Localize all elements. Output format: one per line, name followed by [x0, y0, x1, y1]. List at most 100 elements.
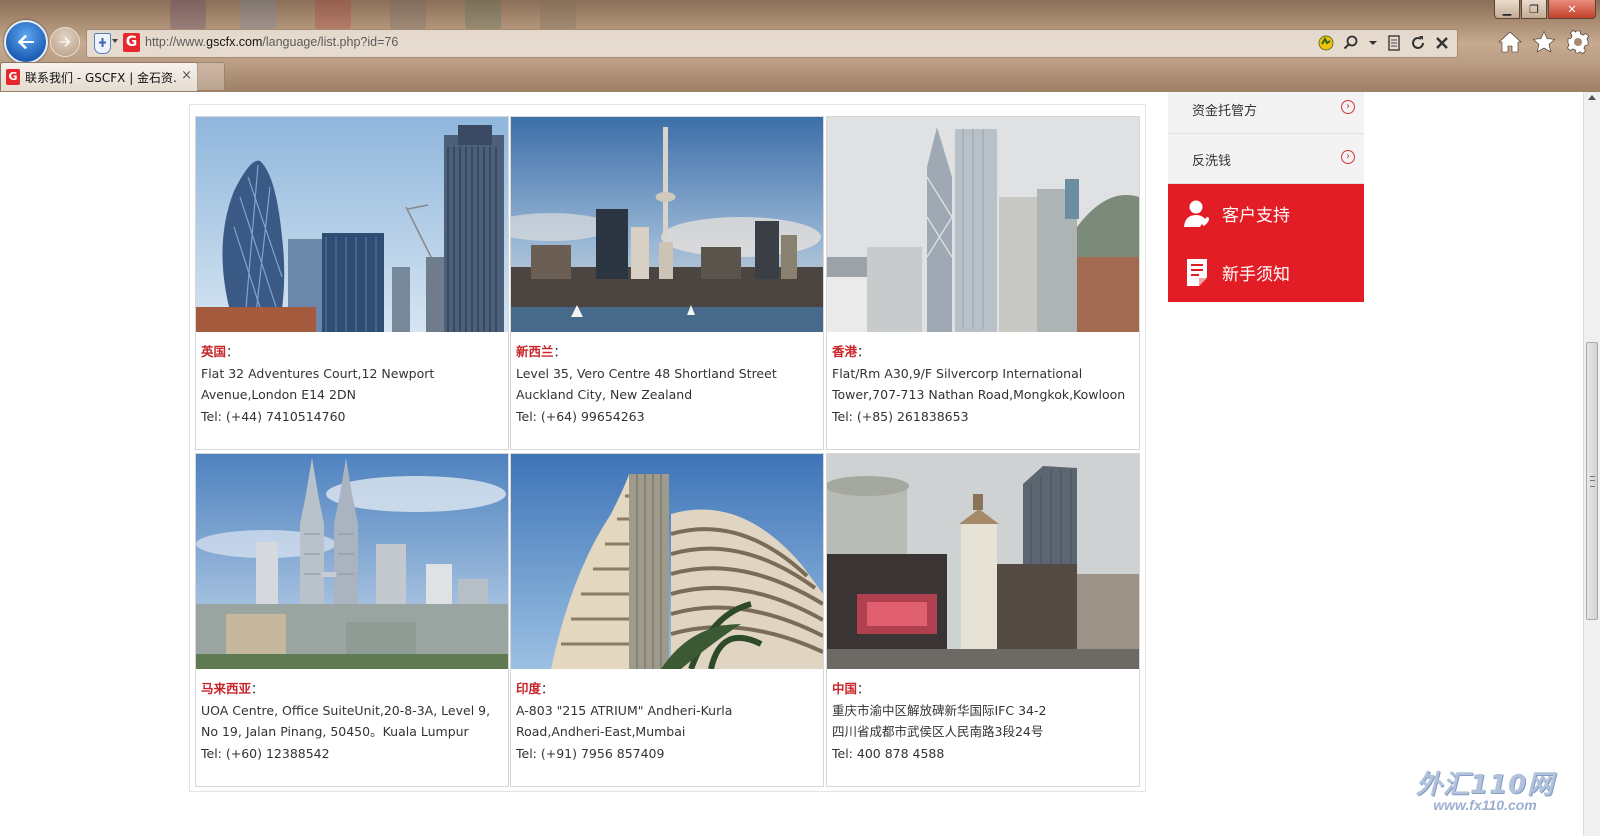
office-address-line: UOA Centre, Office SuiteUnit,20-8-3A, Le…	[201, 702, 491, 718]
forward-button[interactable]	[50, 27, 80, 57]
maximize-button[interactable]: ❐	[1521, 0, 1547, 19]
forward-arrow-icon	[59, 37, 71, 47]
office-country: 印度	[516, 681, 542, 696]
beginner-guide-label: 新手须知	[1222, 265, 1290, 285]
browser-tab[interactable]: G 联系我们 - GSCFX | 金石资... ×	[0, 62, 198, 91]
url-domain: gscfx.com	[206, 35, 263, 49]
colon: ：	[857, 681, 870, 696]
window-controls: ▁ ❐ ✕	[1494, 0, 1596, 19]
office-card-uk: 英国： Flat 32 Adventures Court,12 Newport …	[195, 116, 509, 450]
vertical-scrollbar[interactable]	[1583, 92, 1600, 836]
office-phone: Tel: 400 878 4588	[832, 745, 945, 761]
sidebar: 资金托管方 › 反洗钱 › 客户支持 新手须知	[1168, 92, 1364, 302]
address-bar-icons	[1318, 33, 1449, 53]
colon: ：	[541, 681, 554, 696]
home-icon[interactable]	[1498, 30, 1522, 54]
sidebar-item-label: 资金托管方	[1192, 104, 1258, 119]
office-country: 新西兰	[516, 344, 554, 359]
dropdown-arrow-icon[interactable]	[112, 39, 118, 43]
office-country: 英国	[201, 344, 227, 359]
browser-chrome: ▁ ❐ ✕ G http://www.gscfx.com/language/li…	[0, 0, 1600, 92]
circle-chevron-right-icon: ›	[1341, 100, 1355, 114]
sidebar-item-anti-money-laundering[interactable]: 反洗钱 ›	[1168, 134, 1364, 184]
address-bar[interactable]: G http://www.gscfx.com/language/list.php…	[86, 29, 1458, 58]
chevron-down-icon[interactable]	[1368, 35, 1378, 51]
scrollbar-thumb[interactable]	[1586, 342, 1598, 620]
watermark-main: 外汇110网	[1415, 770, 1555, 800]
beginner-guide-link[interactable]: 新手须知	[1168, 243, 1364, 301]
tab-close-icon[interactable]: ×	[181, 68, 192, 83]
favorites-star-icon[interactable]	[1532, 30, 1556, 54]
office-card-cn: 中国： 重庆市渝中区解放碑新华国际IFC 34-2 四川省成都市武侯区人民南路3…	[826, 453, 1140, 787]
colon: ：	[553, 344, 567, 359]
page-content: 英国： Flat 32 Adventures Court,12 Newport …	[0, 92, 1583, 836]
compatibility-icon[interactable]	[1318, 35, 1334, 51]
security-shield-icon[interactable]	[94, 33, 111, 54]
office-info: 马来西亚： UOA Centre, Office SuiteUnit,20-8-…	[201, 678, 505, 764]
fx110-watermark: 外汇110网 www.fx110.com	[1410, 764, 1560, 813]
tab-title: 联系我们 - GSCFX | 金石资...	[25, 71, 177, 85]
office-address-line: 四川省成都市武侯区人民南路3段24号	[832, 724, 1044, 739]
office-address-line: Road,Andheri-East,Mumbai	[516, 724, 686, 739]
office-address-line: Level 35, Vero Centre 48 Shortland Stree…	[516, 365, 777, 381]
minimize-button[interactable]: ▁	[1494, 0, 1520, 19]
office-phone: Tel: (+60) 12388542	[201, 745, 330, 761]
kualalumpur-skyline-photo	[196, 454, 508, 669]
refresh-icon[interactable]	[1410, 35, 1426, 51]
office-address-line: Avenue,London E14 2DN	[201, 387, 356, 402]
back-arrow-icon	[17, 34, 34, 50]
auckland-skyline-photo	[511, 117, 823, 332]
office-card-my: 马来西亚： UOA Centre, Office SuiteUnit,20-8-…	[195, 453, 509, 787]
office-phone: Tel: (+85) 261838653	[832, 408, 969, 424]
circle-chevron-right-icon: ›	[1341, 150, 1355, 164]
office-card-hk: 香港： Flat/Rm A30,9/F Silvercorp Internati…	[826, 116, 1140, 450]
office-address-line: Flat/Rm A30,9/F Silvercorp International	[832, 365, 1083, 381]
scrollbar-grip-icon	[1590, 476, 1595, 487]
site-favicon-icon: G	[123, 33, 140, 52]
colon: ：	[251, 681, 264, 696]
office-address-line: No 19, Jalan Pinang, 50450。Kuala Lumpur	[201, 724, 469, 739]
new-tab-button[interactable]	[196, 62, 225, 90]
chongqing-street-photo	[827, 454, 1139, 669]
office-country: 马来西亚	[201, 681, 252, 696]
customer-support-link[interactable]: 客户支持	[1168, 184, 1364, 242]
office-card-in: 印度： A-803 "215 ATRIUM" Andheri-Kurla Roa…	[510, 453, 824, 787]
colon: ：	[857, 344, 870, 359]
mumbai-building-photo	[511, 454, 823, 669]
office-address-line: 重庆市渝中区解放碑新华国际IFC 34-2	[832, 702, 1047, 718]
office-address-line: Flat 32 Adventures Court,12 Newport	[201, 365, 435, 381]
office-address-line: A-803 "215 ATRIUM" Andheri-Kurla	[516, 702, 733, 718]
office-country: 香港	[832, 344, 858, 359]
sidebar-item-label: 反洗钱	[1192, 154, 1232, 169]
sidebar-red-panel: 客户支持 新手须知	[1168, 184, 1364, 302]
settings-gear-icon[interactable]	[1566, 30, 1590, 54]
search-icon[interactable]	[1343, 35, 1359, 51]
office-phone: Tel: (+91) 7956 857409	[516, 745, 665, 761]
url-prefix: http://www.	[145, 35, 207, 49]
scroll-up-arrow-icon[interactable]	[1588, 95, 1596, 100]
stop-icon[interactable]	[1435, 36, 1449, 50]
back-button[interactable]	[4, 20, 48, 64]
hongkong-skyline-photo	[827, 117, 1139, 332]
office-info: 新西兰： Level 35, Vero Centre 48 Shortland …	[516, 341, 820, 427]
office-address-line: Auckland City, New Zealand	[516, 387, 693, 402]
url-text[interactable]: http://www.gscfx.com/language/list.php?i…	[145, 35, 398, 49]
url-path: /language/list.php?id=76	[262, 35, 399, 49]
customer-support-label: 客户支持	[1222, 206, 1290, 226]
page-icon[interactable]	[1387, 35, 1401, 51]
close-window-button[interactable]: ✕	[1548, 0, 1596, 19]
offices-grid: 英国： Flat 32 Adventures Court,12 Newport …	[189, 104, 1146, 792]
office-address-line: Tower,707-713 Nathan Road,Mongkok,Kowloo…	[832, 387, 1126, 402]
tab-favicon-icon: G	[6, 69, 20, 85]
document-icon	[1187, 259, 1207, 286]
office-country: 中国	[832, 681, 858, 696]
office-phone: Tel: (+44) 7410514760	[201, 408, 346, 424]
office-info: 印度： A-803 "215 ATRIUM" Andheri-Kurla Roa…	[516, 678, 820, 764]
office-info: 香港： Flat/Rm A30,9/F Silvercorp Internati…	[832, 341, 1136, 427]
office-info: 中国： 重庆市渝中区解放碑新华国际IFC 34-2 四川省成都市武侯区人民南路3…	[832, 678, 1136, 764]
colon: ：	[226, 344, 239, 359]
customer-support-icon	[1184, 200, 1209, 227]
sidebar-item-fund-custodian[interactable]: 资金托管方 ›	[1168, 92, 1364, 134]
office-phone: Tel: (+64) 99654263	[516, 408, 645, 424]
office-card-nz: 新西兰： Level 35, Vero Centre 48 Shortland …	[510, 116, 824, 450]
